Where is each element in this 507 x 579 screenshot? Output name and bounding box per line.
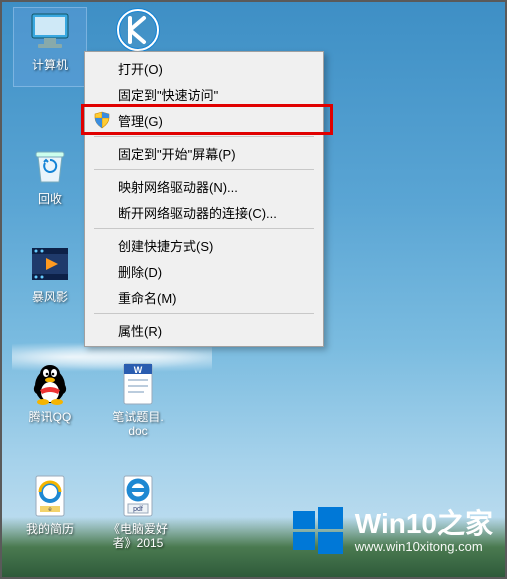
menu-item-label: 属性(R) bbox=[118, 321, 162, 340]
menu-item-label: 固定到"快速访问" bbox=[118, 85, 218, 104]
watermark-url: www.win10xitong.com bbox=[355, 540, 493, 554]
svg-text:pdf: pdf bbox=[133, 506, 143, 513]
menu-item-manage[interactable]: 管理(G) bbox=[88, 107, 320, 133]
watermark: Win10之家 www.win10xitong.com bbox=[291, 505, 493, 559]
word-doc-icon: W bbox=[114, 360, 162, 408]
menu-separator bbox=[94, 228, 314, 229]
menu-item-pin-start[interactable]: 固定到"开始"屏幕(P) bbox=[88, 140, 320, 166]
menu-item-map-drive[interactable]: 映射网络驱动器(N)... bbox=[88, 173, 320, 199]
icon-label: 《电脑爱好 者》2015 bbox=[102, 522, 174, 550]
icon-label: 我的简历 bbox=[14, 522, 86, 536]
menu-item-create-shortcut[interactable]: 创建快捷方式(S) bbox=[88, 232, 320, 258]
menu-item-label: 打开(O) bbox=[118, 59, 163, 78]
desktop-icon-worddoc[interactable]: W 笔试题目. doc bbox=[102, 360, 174, 438]
desktop[interactable]: 计算机 回收 bbox=[0, 0, 507, 579]
baofeng-icon bbox=[26, 240, 74, 288]
menu-item-disconnect-drive[interactable]: 断开网络驱动器的连接(C)... bbox=[88, 199, 320, 225]
context-menu: 打开(O) 固定到"快速访问" 管理(G) 固定到"开始"屏幕(P) 映射网络驱… bbox=[84, 51, 324, 347]
menu-item-label: 重命名(M) bbox=[118, 288, 177, 307]
desktop-icon-computer[interactable]: 计算机 bbox=[14, 8, 86, 86]
kugou-icon bbox=[114, 8, 162, 56]
menu-item-label: 固定到"开始"屏幕(P) bbox=[118, 144, 236, 163]
recycle-bin-icon bbox=[26, 142, 74, 190]
desktop-icon-pdfdoc[interactable]: pdf 《电脑爱好 者》2015 bbox=[102, 472, 174, 550]
menu-item-label: 映射网络驱动器(N)... bbox=[118, 177, 238, 196]
menu-item-label: 删除(D) bbox=[118, 262, 162, 281]
menu-item-label: 创建快捷方式(S) bbox=[118, 236, 213, 255]
desktop-icon-baofeng[interactable]: 暴风影 bbox=[14, 240, 86, 318]
edge-pdf-icon: pdf bbox=[114, 472, 162, 520]
qq-icon bbox=[26, 360, 74, 408]
menu-separator bbox=[94, 313, 314, 314]
icon-label: 回收 bbox=[14, 192, 86, 206]
windows-logo-icon bbox=[291, 505, 345, 559]
icon-label: 腾讯QQ bbox=[14, 410, 86, 424]
icon-label: 笔试题目. doc bbox=[102, 410, 174, 438]
menu-item-delete[interactable]: 删除(D) bbox=[88, 258, 320, 284]
menu-separator bbox=[94, 136, 314, 137]
menu-item-pin-quickaccess[interactable]: 固定到"快速访问" bbox=[88, 81, 320, 107]
svg-text:W: W bbox=[134, 365, 143, 375]
watermark-title: Win10之家 bbox=[355, 509, 493, 540]
desktop-icon-recyclebin[interactable]: 回收 bbox=[14, 142, 86, 220]
menu-separator bbox=[94, 169, 314, 170]
menu-item-label: 管理(G) bbox=[118, 111, 163, 130]
desktop-icon-qq[interactable]: 腾讯QQ bbox=[14, 360, 86, 438]
icon-label: 计算机 bbox=[14, 58, 86, 72]
computer-icon bbox=[26, 8, 74, 56]
desktop-icon-resume[interactable]: e 我的简历 bbox=[14, 472, 86, 550]
menu-item-label: 断开网络驱动器的连接(C)... bbox=[118, 203, 277, 222]
shield-icon bbox=[93, 111, 111, 129]
menu-item-rename[interactable]: 重命名(M) bbox=[88, 284, 320, 310]
menu-item-open[interactable]: 打开(O) bbox=[88, 55, 320, 81]
ie-doc-icon: e bbox=[26, 472, 74, 520]
icon-label: 暴风影 bbox=[14, 290, 86, 304]
menu-item-properties[interactable]: 属性(R) bbox=[88, 317, 320, 343]
